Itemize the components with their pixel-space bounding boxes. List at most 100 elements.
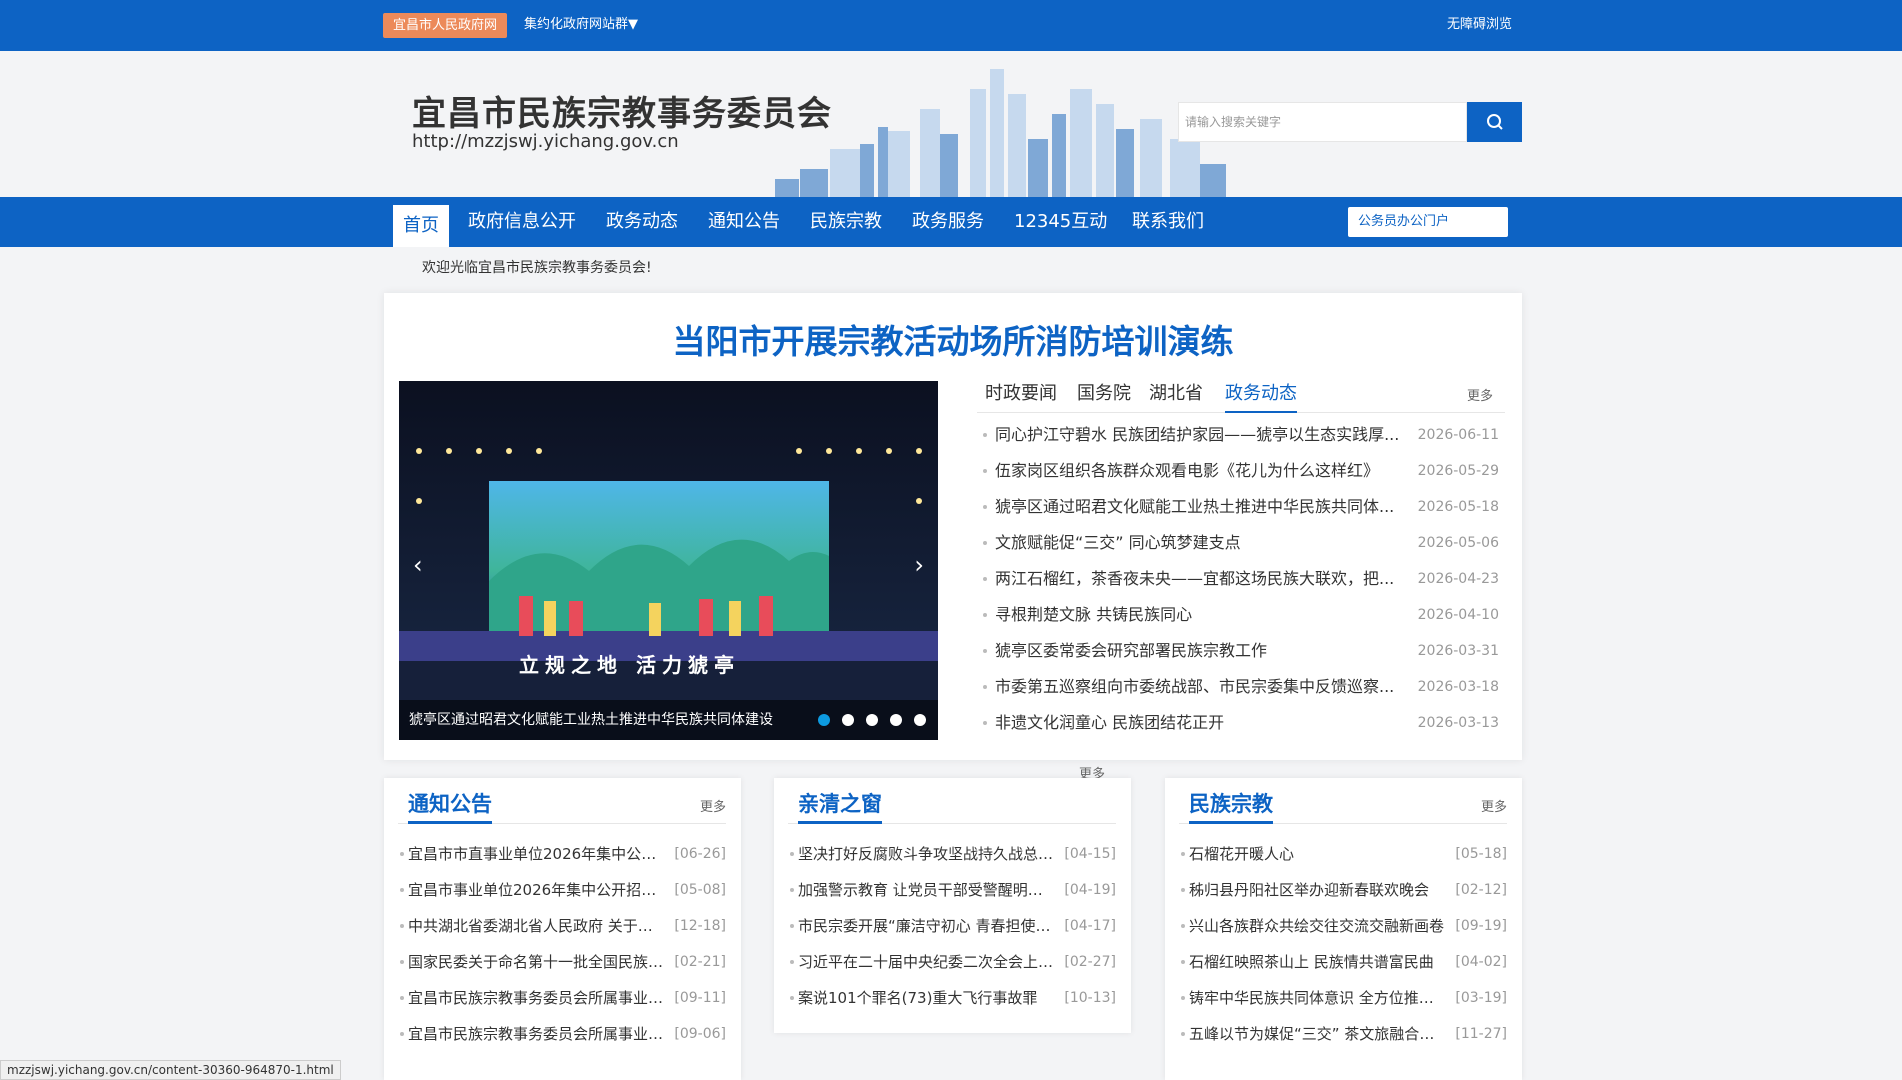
- search-input[interactable]: 请输入搜索关键字: [1178, 102, 1467, 142]
- news-title[interactable]: 文旅赋能促“三交” 同心筑梦建支点: [995, 525, 1405, 561]
- list-item[interactable]: 宜昌市市直事业单位2026年集中公开招聘工作人员公告 [06-26]: [398, 836, 726, 872]
- headline-link[interactable]: 当阳市开展宗教活动场所消防培训演练: [384, 315, 1522, 363]
- main-nav: 首页 政府信息公开 政务动态 通知公告 民族宗教 政务服务 12345互动 联系…: [0, 197, 1902, 247]
- card-title[interactable]: 民族宗教: [1189, 790, 1273, 824]
- nav-gov-info[interactable]: 政府信息公开: [468, 197, 576, 247]
- bullet-icon: [983, 505, 987, 509]
- list-item[interactable]: 市民宗委开展“廉洁守初心 青春担使命”活动 [04-17]: [788, 908, 1116, 944]
- list-item[interactable]: 国家民委关于命名第十一批全国民族团结进步示范 [02-21]: [398, 944, 726, 980]
- list-item[interactable]: 铸牢中华民族共同体意识 全方位推进民族团结 [03-19]: [1179, 980, 1507, 1016]
- list-item[interactable]: 兴山各族群众共绘交往交流交融新画卷 [09-19]: [1179, 908, 1507, 944]
- item-title[interactable]: 兴山各族群众共绘交往交流交融新画卷: [1189, 908, 1447, 944]
- list-item[interactable]: 寻根荆楚文脉 共铸民族同心 2026-04-10: [977, 597, 1507, 633]
- item-title[interactable]: 宜昌市市直事业单位2026年集中公开招聘工作人员公告: [408, 836, 666, 872]
- item-title[interactable]: 宜昌市事业单位2026年集中公开招聘工作人员公告: [408, 872, 666, 908]
- list-item[interactable]: 加强警示教育 让党员干部受警醒明底线知敬畏 [04-19]: [788, 872, 1116, 908]
- slide-prev-icon[interactable]: ‹: [413, 551, 423, 579]
- tab-gov-news[interactable]: 政务动态: [1225, 381, 1297, 413]
- news-title[interactable]: 猇亭区通过昭君文化赋能工业热土推进中华民族共同体...: [995, 489, 1405, 525]
- card-title[interactable]: 通知公告: [408, 790, 492, 824]
- news-title[interactable]: 寻根荆楚文脉 共铸民族同心: [995, 597, 1405, 633]
- list-item[interactable]: 习近平在二十届中央纪委二次全会上发表重要讲话 [02-27]: [788, 944, 1116, 980]
- search-button[interactable]: [1467, 102, 1522, 142]
- item-title[interactable]: 国家民委关于命名第十一批全国民族团结进步示范: [408, 944, 666, 980]
- slide-dot[interactable]: [842, 714, 854, 726]
- nav-gov-news[interactable]: 政务动态: [606, 197, 678, 247]
- item-title[interactable]: 案说101个罪名(73)重大飞行事故罪: [798, 980, 1056, 1016]
- item-date: [11-27]: [1455, 1026, 1507, 1042]
- list-item[interactable]: 宜昌市事业单位2026年集中公开招聘工作人员公告 [05-08]: [398, 872, 726, 908]
- nav-12345[interactable]: 12345互动: [1014, 197, 1107, 247]
- list-item[interactable]: 伍家岗区组织各族群众观看电影《花儿为什么这样红》 2026-05-29: [977, 453, 1507, 489]
- news-title[interactable]: 伍家岗区组织各族群众观看电影《花儿为什么这样红》: [995, 453, 1405, 489]
- tab-current-affairs[interactable]: 时政要闻: [985, 381, 1057, 413]
- slide-dot[interactable]: [890, 714, 902, 726]
- image-slider[interactable]: 立规之地 活力猇亭 ‹ › 猇亭区通过昭君文化赋能工业热土推进中华民族共同体建设: [399, 381, 938, 740]
- item-title[interactable]: 五峰以节为媒促“三交” 茶文旅融合发展: [1189, 1016, 1447, 1052]
- list-item[interactable]: 秭归县丹阳社区举办迎新春联欢晚会 [02-12]: [1179, 872, 1507, 908]
- slide-dot[interactable]: [866, 714, 878, 726]
- civil-servant-portal-link[interactable]: 公务员办公门户: [1348, 207, 1508, 237]
- item-title[interactable]: 铸牢中华民族共同体意识 全方位推进民族团结: [1189, 980, 1447, 1016]
- slide-dot[interactable]: [914, 714, 926, 726]
- item-title[interactable]: 中共湖北省委湖北省人民政府 关于表彰全省民族团结: [408, 908, 666, 944]
- list-item[interactable]: 猇亭区委常委会研究部署民族宗教工作 2026-03-31: [977, 633, 1507, 669]
- news-title[interactable]: 非遗文化润童心 民族团结花正开: [995, 705, 1405, 741]
- list-item[interactable]: 两江石榴红，茶香夜未央——宜都这场民族大联欢，把... 2026-04-23: [977, 561, 1507, 597]
- nav-notices[interactable]: 通知公告: [708, 197, 780, 247]
- tabs-more-link[interactable]: 更多: [1467, 385, 1493, 404]
- bullet-icon: [983, 685, 987, 689]
- news-date: 2026-05-29: [1417, 463, 1499, 479]
- list-item[interactable]: 石榴花开暖人心 [05-18]: [1179, 836, 1507, 872]
- list-item[interactable]: 五峰以节为媒促“三交” 茶文旅融合发展 [11-27]: [1179, 1016, 1507, 1052]
- list-item[interactable]: 文旅赋能促“三交” 同心筑梦建支点 2026-05-06: [977, 525, 1507, 561]
- list-item[interactable]: 石榴红映照茶山上 民族情共谱富民曲 [04-02]: [1179, 944, 1507, 980]
- card-list: 石榴花开暖人心 [05-18] 秭归县丹阳社区举办迎新春联欢晚会 [02-12] 兴…: [1179, 836, 1507, 1052]
- nav-ethnic-religion[interactable]: 民族宗教: [810, 197, 882, 247]
- list-item[interactable]: 非遗文化润童心 民族团结花正开 2026-03-13: [977, 705, 1507, 741]
- accessibility-link[interactable]: 无障碍浏览: [1447, 14, 1512, 36]
- item-title[interactable]: 习近平在二十届中央纪委二次全会上发表重要讲话: [798, 944, 1056, 980]
- card-header: 亲清之窗: [788, 790, 1116, 824]
- list-item[interactable]: 案说101个罪名(73)重大飞行事故罪 [10-13]: [788, 980, 1116, 1016]
- list-item[interactable]: 市委第五巡察组向市委统战部、市民宗委集中反馈巡察... 2026-03-18: [977, 669, 1507, 705]
- item-title[interactable]: 石榴花开暖人心: [1189, 836, 1447, 872]
- bullet-icon: [400, 924, 404, 928]
- item-date: [02-21]: [674, 954, 726, 970]
- item-date: [04-17]: [1064, 918, 1116, 934]
- list-item[interactable]: 坚决打好反腐败斗争攻坚战持久战总体战 [04-15]: [788, 836, 1116, 872]
- item-title[interactable]: 加强警示教育 让党员干部受警醒明底线知敬畏: [798, 872, 1056, 908]
- item-title[interactable]: 坚决打好反腐败斗争攻坚战持久战总体战: [798, 836, 1056, 872]
- tab-hubei[interactable]: 湖北省: [1149, 381, 1203, 413]
- list-item[interactable]: 猇亭区通过昭君文化赋能工业热土推进中华民族共同体... 2026-05-18: [977, 489, 1507, 525]
- card-title[interactable]: 亲清之窗: [798, 790, 882, 824]
- news-title[interactable]: 猇亭区委常委会研究部署民族宗教工作: [995, 633, 1405, 669]
- news-date: 2026-03-31: [1417, 643, 1499, 659]
- nav-services[interactable]: 政务服务: [912, 197, 984, 247]
- nav-contact[interactable]: 联系我们: [1132, 197, 1204, 247]
- slide-next-icon[interactable]: ›: [914, 551, 924, 579]
- bullet-icon: [1181, 852, 1185, 856]
- nav-home[interactable]: 首页: [393, 201, 449, 247]
- news-title[interactable]: 同心护江守碧水 民族团结护家园——猇亭以生态实践厚...: [995, 417, 1405, 453]
- card-ethnic-religion: 民族宗教 更多 石榴花开暖人心 [05-18] 秭归县丹阳社区举办迎新春联欢晚会 […: [1165, 778, 1522, 1080]
- list-item[interactable]: 宜昌市民族宗教事务委员会所属事业单位公开招聘 [09-06]: [398, 1016, 726, 1052]
- list-item[interactable]: 宜昌市民族宗教事务委员会所属事业单位公开招聘 [09-11]: [398, 980, 726, 1016]
- item-title[interactable]: 秭归县丹阳社区举办迎新春联欢晚会: [1189, 872, 1447, 908]
- site-group-dropdown[interactable]: 集约化政府网站群▼: [524, 14, 638, 36]
- news-title[interactable]: 两江石榴红，茶香夜未央——宜都这场民族大联欢，把...: [995, 561, 1405, 597]
- news-title[interactable]: 市委第五巡察组向市委统战部、市民宗委集中反馈巡察...: [995, 669, 1405, 705]
- card-more-link[interactable]: 更多: [1481, 796, 1507, 815]
- gov-portal-link[interactable]: 宜昌市人民政府网: [383, 13, 508, 38]
- item-title[interactable]: 石榴红映照茶山上 民族情共谱富民曲: [1189, 944, 1447, 980]
- tab-state-council[interactable]: 国务院: [1077, 381, 1131, 413]
- card-more-link[interactable]: 更多: [700, 796, 726, 815]
- news-date: 2026-03-13: [1417, 715, 1499, 731]
- item-title[interactable]: 宜昌市民族宗教事务委员会所属事业单位公开招聘: [408, 980, 666, 1016]
- list-item[interactable]: 同心护江守碧水 民族团结护家园——猇亭以生态实践厚... 2026-06-11: [977, 417, 1507, 453]
- list-item[interactable]: 中共湖北省委湖北省人民政府 关于表彰全省民族团结 [12-18]: [398, 908, 726, 944]
- slide-dot[interactable]: [818, 714, 830, 726]
- site-header: 宜昌市民族宗教事务委员会 http://mzzjswj.yichang.gov.…: [0, 51, 1902, 197]
- item-title[interactable]: 宜昌市民族宗教事务委员会所属事业单位公开招聘: [408, 1016, 666, 1052]
- item-title[interactable]: 市民宗委开展“廉洁守初心 青春担使命”活动: [798, 908, 1056, 944]
